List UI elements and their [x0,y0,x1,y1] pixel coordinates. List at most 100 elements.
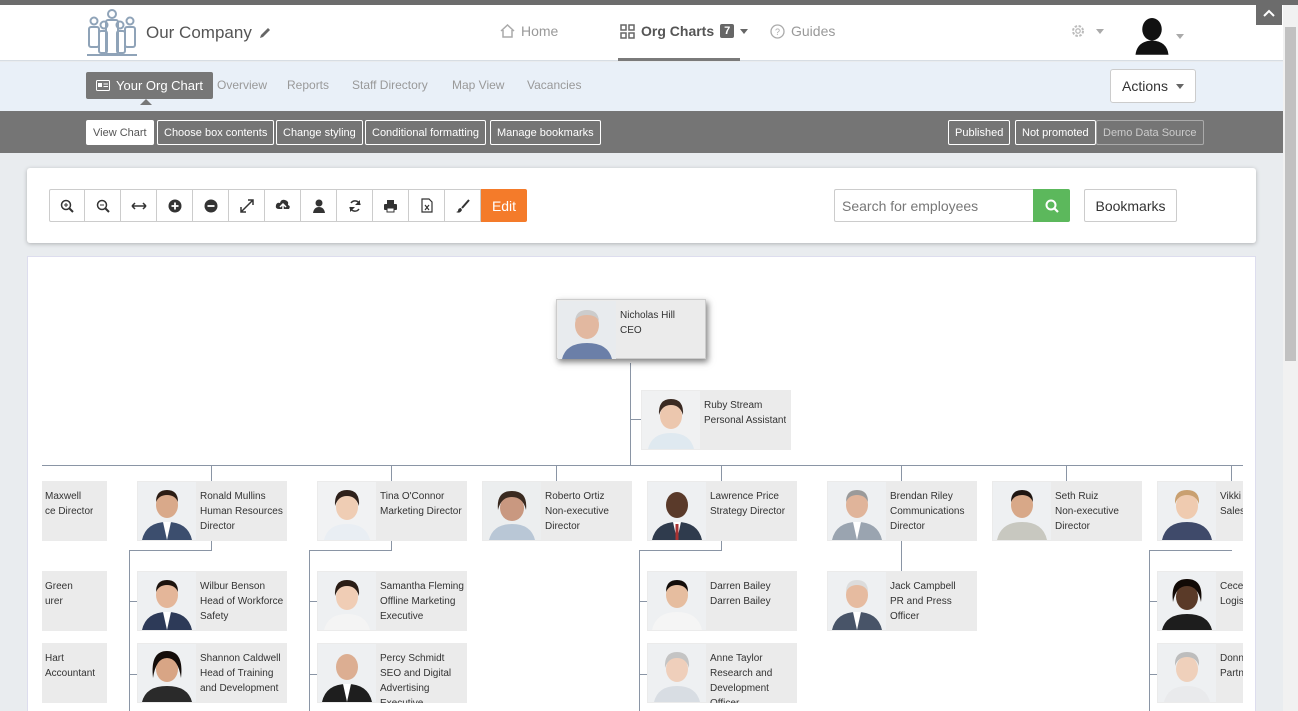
employee-search-input[interactable] [834,189,1034,222]
org-card-report[interactable]: Percy Schmidt SEO and Digital Advertisin… [317,643,467,703]
scroll-to-top-button[interactable] [1256,0,1282,25]
org-card-director[interactable]: Lawrence Price Strategy Director [647,481,797,541]
org-card-director[interactable]: Vikki T Sales [1157,481,1243,541]
conditional-formatting-button[interactable]: Conditional formatting [365,120,487,145]
person-button[interactable] [301,189,337,222]
not-promoted-button[interactable]: Not promoted [1015,120,1096,145]
connector-line [639,550,722,551]
user-menu[interactable] [1134,11,1184,61]
org-card-assistant[interactable]: Ruby Stream Personal Assistant [641,390,791,450]
org-card-report[interactable]: Shannon Caldwell Head of Training and De… [137,643,287,703]
connector-line [721,541,722,550]
org-card-report[interactable]: Anne Taylor Research and Development Off… [647,643,797,703]
employee-name: Brendan Riley [890,491,953,502]
org-card-report[interactable]: Ceceli Logist Super [1157,571,1243,631]
settings-menu[interactable] [1070,23,1104,39]
tab-map-view[interactable]: Map View [452,78,504,92]
change-styling-button[interactable]: Change styling [276,120,363,145]
org-card-director[interactable]: Seth Ruiz Non-executive Director [992,481,1142,541]
employee-name: Ruby Stream [704,400,763,411]
employee-title: PR and Press Officer [890,596,952,622]
employee-photo [318,644,376,702]
org-card-director[interactable]: Tina O'Connor Marketing Director [317,481,467,541]
bookmarks-button[interactable]: Bookmarks [1084,189,1177,222]
org-card-director[interactable]: Roberto Ortiz Non-executive Director [482,481,632,541]
zoom-in-button[interactable] [49,189,85,222]
tab-reports[interactable]: Reports [287,78,329,92]
tab-staff-directory[interactable]: Staff Directory [352,78,428,92]
nav-guides-label: Guides [791,23,836,39]
employee-name: Tina O'Connor [380,491,445,502]
fullscreen-icon [239,198,254,213]
connector-line [901,465,902,481]
id-card-icon [96,80,110,91]
nav-home[interactable]: Home [500,23,558,39]
org-card-report[interactable]: Wilbur Benson Head of Workforce Safety [137,571,287,631]
pencil-icon[interactable] [258,26,272,40]
employee-title: Marketing Director [380,506,462,517]
demo-data-source-button[interactable]: Demo Data Source [1096,120,1204,145]
org-card-ceo[interactable]: Nicholas Hill CEO [556,299,706,359]
upload-button[interactable] [265,189,301,222]
refresh-button[interactable] [337,189,373,222]
employee-title: SEO and Digital Advertising Executive [380,668,452,703]
tab-overview[interactable]: Overview [217,78,267,92]
styling-brush-button[interactable] [445,189,481,222]
connector-line [211,465,212,481]
connector-line [1149,550,1150,711]
collapse-all-icon [204,199,217,212]
actions-button[interactable]: Actions [1110,69,1196,103]
published-button[interactable]: Published [948,120,1011,145]
employee-name: Roberto Ortiz [545,491,605,502]
org-card-director[interactable]: Ronald Mullins Human Resources Director [137,481,287,541]
nav-guides[interactable]: ? Guides [770,23,835,39]
fit-width-button[interactable] [121,189,157,222]
view-chart-button[interactable]: View Chart [86,120,154,145]
manage-bookmarks-button[interactable]: Manage bookmarks [490,120,601,145]
org-card-director[interactable]: Maxwell ce Director [42,481,107,541]
zoom-out-button[interactable] [85,189,121,222]
company-name-label: Our Company [146,23,252,42]
employee-title: Personal Assistant [704,415,787,426]
org-card-director[interactable]: Brendan Riley Communications Director [827,481,977,541]
org-card-report[interactable]: Jack Campbell PR and Press Officer [827,571,977,631]
org-card-report[interactable]: Green urer [42,571,107,631]
print-icon [384,199,397,212]
connector-line [129,550,130,711]
nav-active-underline [618,58,740,61]
employee-title: Sales [1220,506,1243,517]
org-card-report[interactable]: Samantha Fleming Offline Marketing Execu… [317,571,467,631]
collapse-all-button[interactable] [193,189,229,222]
actions-button-label: Actions [1122,78,1168,94]
export-excel-button[interactable] [409,189,445,222]
chevron-down-icon [1176,33,1184,39]
connector-line [630,419,641,420]
employee-photo [1158,572,1216,630]
connector-line [721,465,722,481]
zoom-in-icon [60,199,74,213]
print-button[interactable] [373,189,409,222]
org-card-report[interactable]: Donna Partne Super [1157,643,1243,703]
employee-name: Hart [45,653,64,664]
connector-line [901,541,902,571]
company-name[interactable]: Our Company [146,23,272,43]
connector-line [309,550,310,711]
fullscreen-button[interactable] [229,189,265,222]
employee-name: Percy Schmidt [380,653,445,664]
choose-box-contents-button[interactable]: Choose box contents [157,120,275,145]
gear-icon [1072,25,1084,37]
org-card-report[interactable]: Darren Bailey Darren Bailey [647,571,797,631]
search-button[interactable] [1033,189,1070,222]
tab-vacancies[interactable]: Vacancies [527,78,581,92]
nav-org-charts[interactable]: Org Charts 7 [620,23,749,39]
edit-button[interactable]: Edit [481,189,527,222]
org-card-report[interactable]: Hart Accountant [42,643,107,703]
sub-nav: Your Org Chart Overview Reports Staff Di… [0,62,1283,111]
org-chart-canvas[interactable]: Nicholas Hill CEO Ruby Stream Personal A… [42,257,1243,711]
refresh-icon [348,199,361,212]
expand-all-button[interactable] [157,189,193,222]
tab-your-org-chart[interactable]: Your Org Chart [86,72,213,105]
scrollbar-thumb[interactable] [1285,27,1296,361]
employee-photo [138,482,196,540]
page-scrollbar[interactable] [1283,5,1298,711]
